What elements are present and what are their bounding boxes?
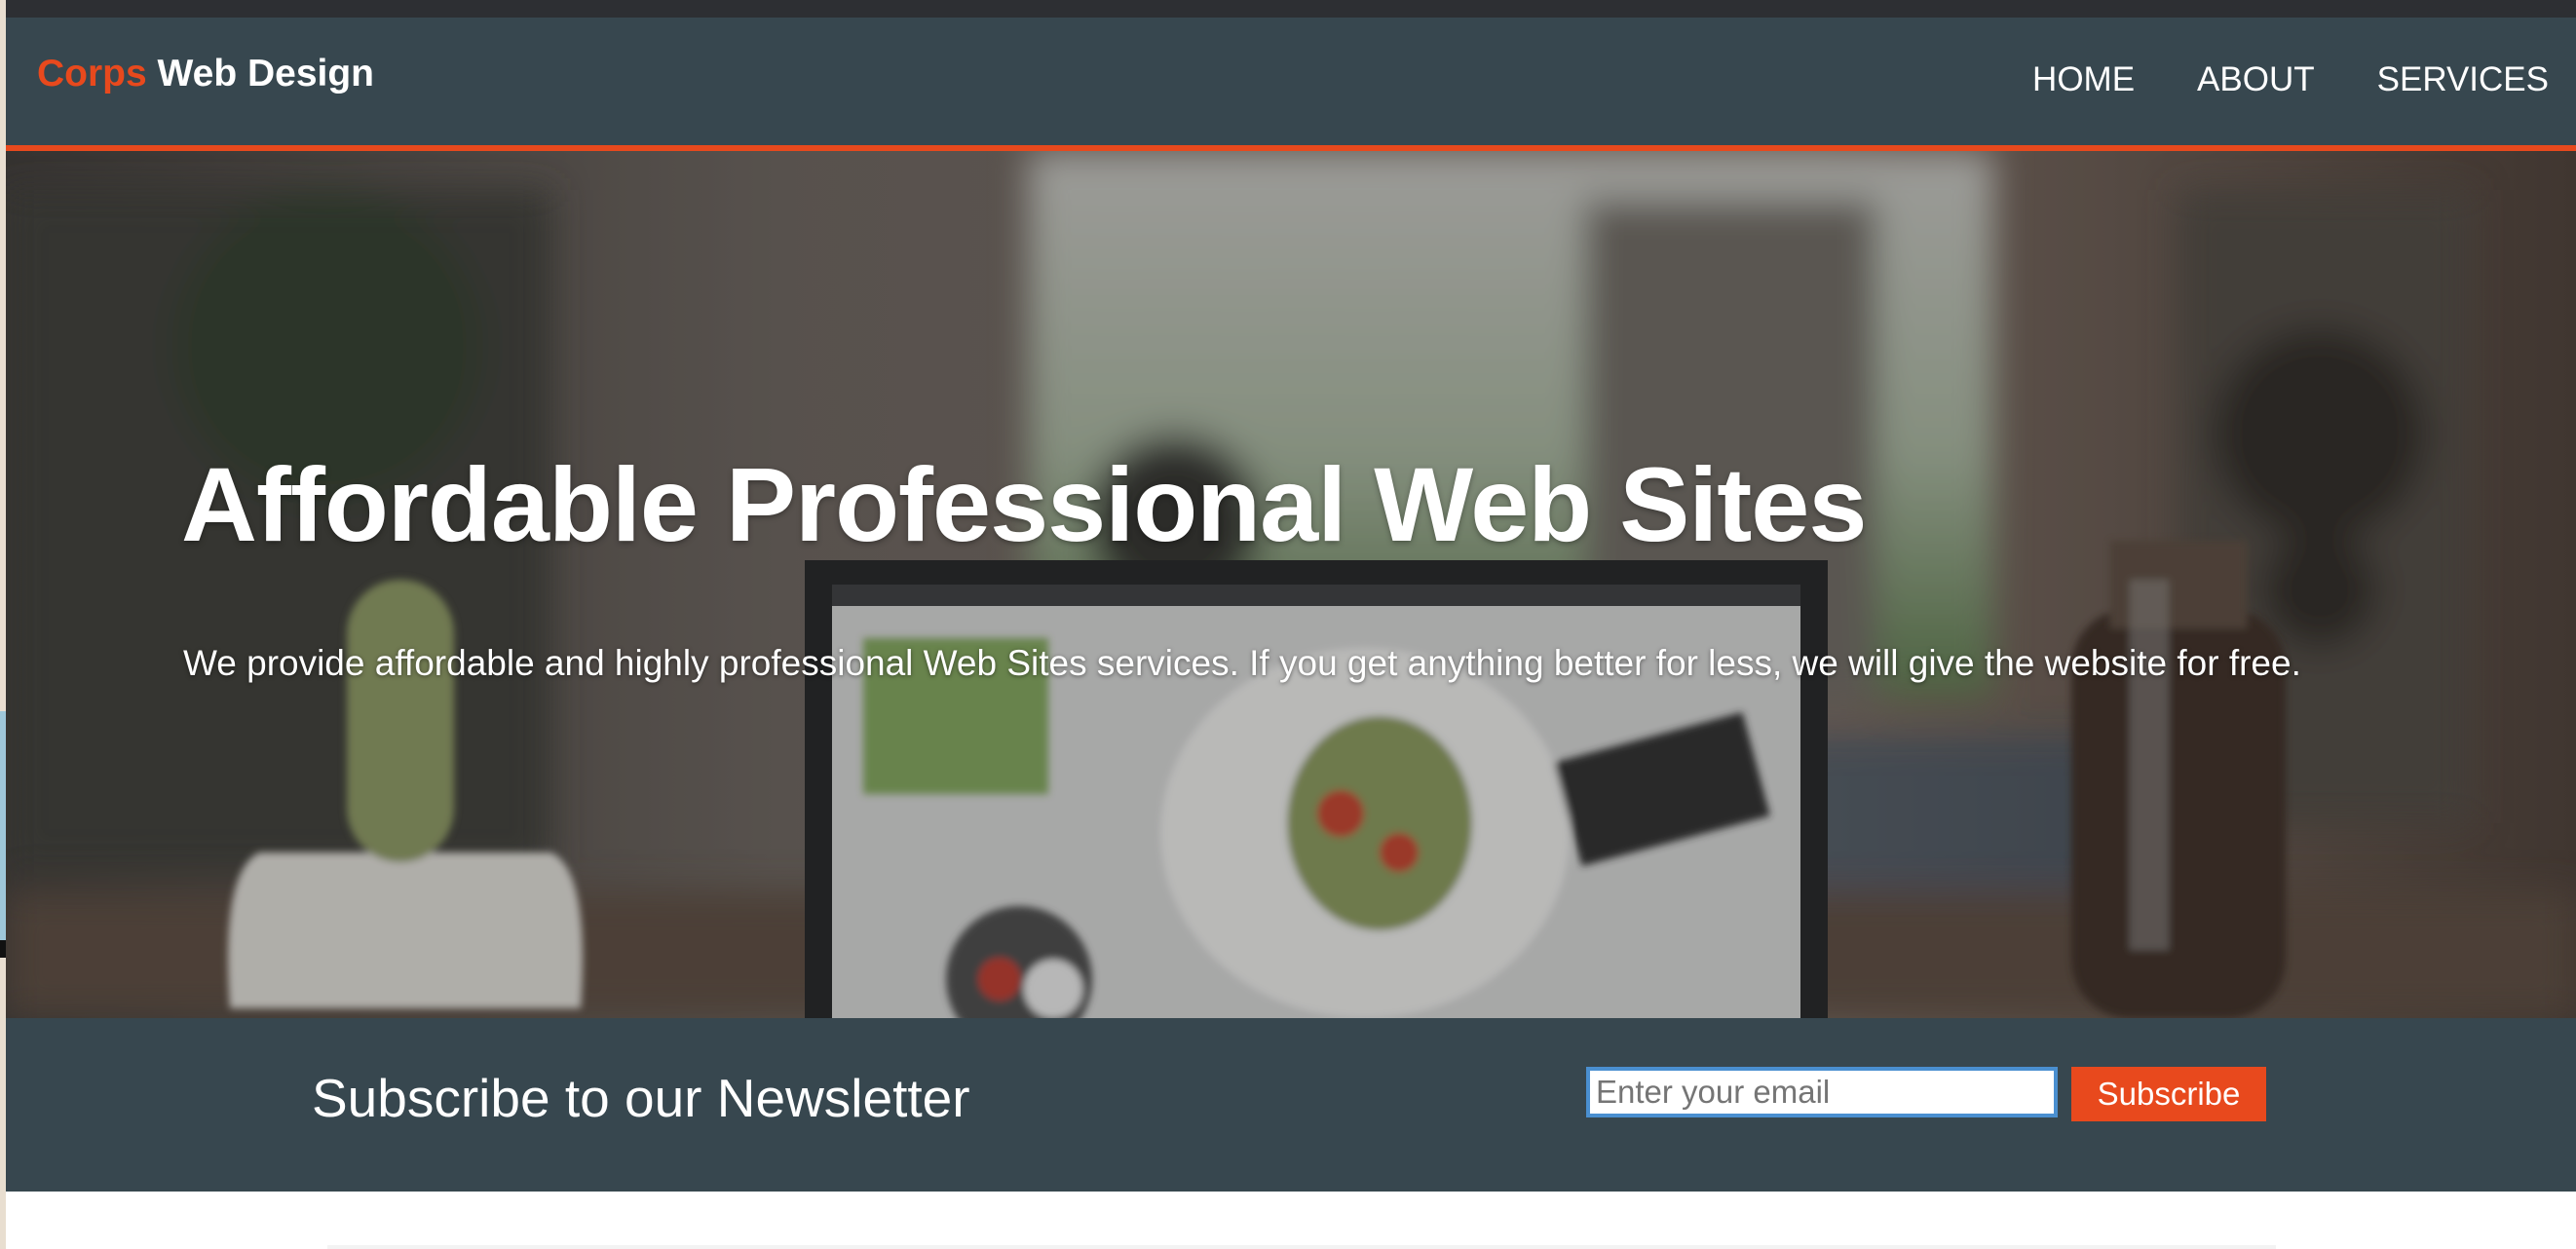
newsletter-section: Subscribe to our Newsletter Subscribe [6,1018,2576,1192]
email-input[interactable] [1586,1067,2058,1117]
newsletter-heading: Subscribe to our Newsletter [312,1068,970,1128]
site-logo[interactable]: Corps Web Design [37,53,374,95]
subscribe-button[interactable]: Subscribe [2071,1067,2266,1121]
nav-about-link[interactable]: ABOUT [2197,60,2315,99]
content-area-below [6,1192,2576,1249]
hero-description: We provide affordable and highly profess… [183,643,2301,683]
newsletter-form: Subscribe [1586,1067,2266,1121]
hero-showcase: Affordable Professional Web Sites We pro… [6,151,2576,1018]
browser-top-strip [0,0,2576,18]
logo-highlight: Corps [37,53,147,95]
site-header: Corps Web Design HOME ABOUT SERVICES [6,18,2576,151]
logo-text: Web Design [146,53,375,95]
nav-home-link[interactable]: HOME [2032,60,2135,99]
nav-services-link[interactable]: SERVICES [2377,60,2549,99]
main-nav: HOME ABOUT SERVICES [2032,60,2549,99]
hero-dark-overlay [6,151,2576,1018]
hero-title: Affordable Professional Web Sites [181,445,1867,563]
